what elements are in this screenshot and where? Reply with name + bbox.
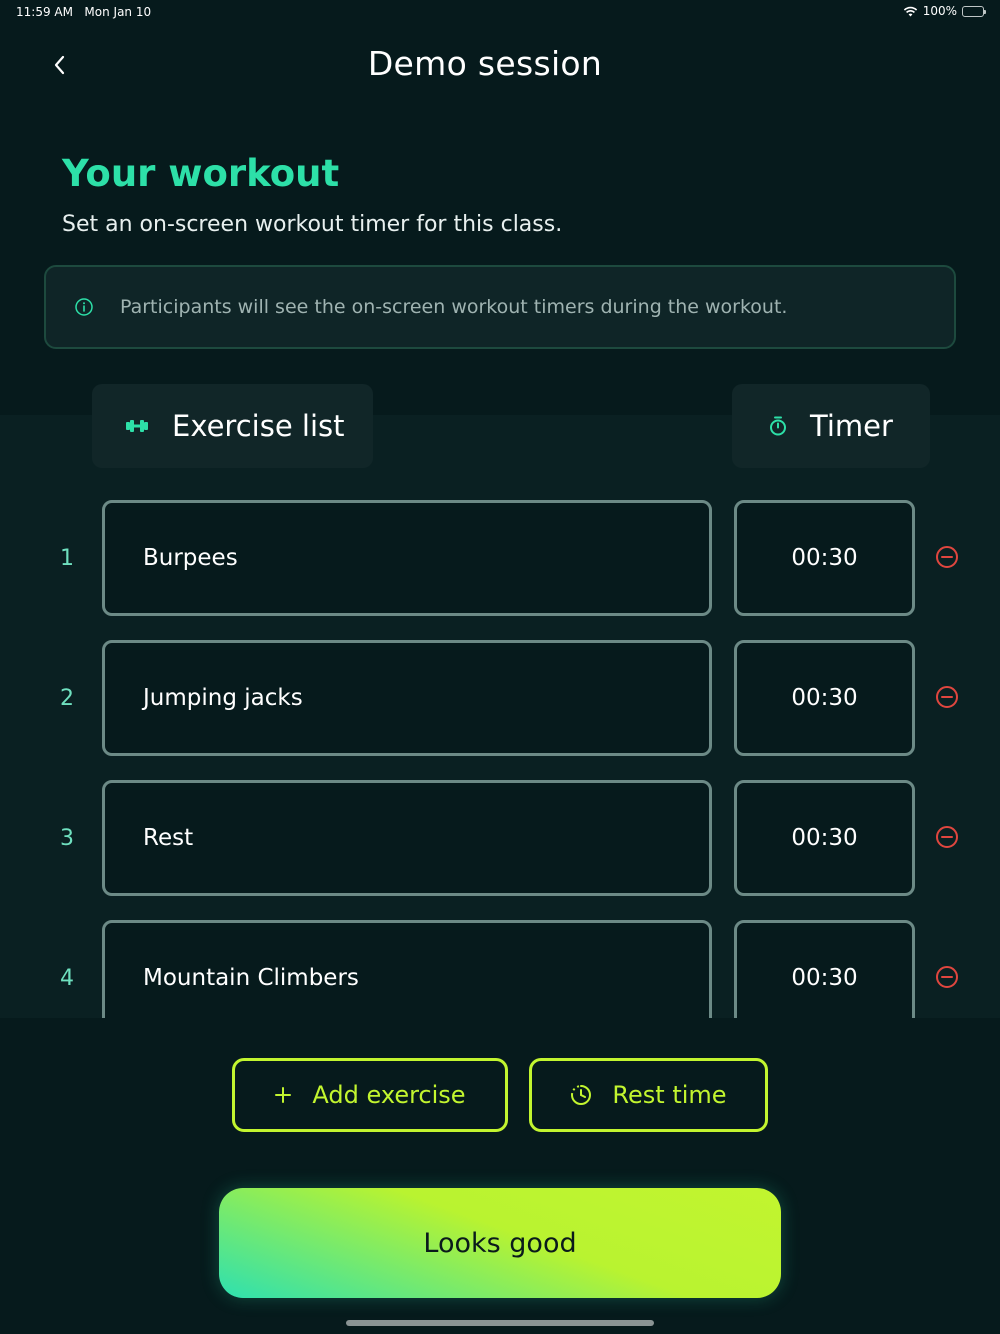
exercise-name-field[interactable]: Rest [102, 780, 712, 896]
remove-exercise-button[interactable] [934, 964, 960, 990]
plus-icon [274, 1086, 292, 1104]
minus-circle-icon [936, 686, 958, 708]
status-clock: 11:59 AM [16, 5, 73, 19]
exercise-timer-field[interactable]: 00:30 [734, 500, 915, 616]
exercise-timer-field[interactable]: 00:30 [734, 920, 915, 1018]
exercise-timer-field[interactable]: 00:30 [734, 640, 915, 756]
exercise-row: 3 Rest 00:30 [0, 780, 1000, 896]
battery-percentage: 100% [922, 4, 957, 18]
remove-exercise-button[interactable] [934, 824, 960, 850]
row-number: 2 [60, 685, 74, 711]
timer-label: Timer [810, 409, 893, 443]
status-date: Mon Jan 10 [84, 5, 152, 19]
home-indicator[interactable] [346, 1320, 654, 1326]
stopwatch-icon [768, 415, 788, 437]
exercise-name-field[interactable]: Jumping jacks [102, 640, 712, 756]
row-number: 3 [60, 825, 74, 851]
exercise-list-panel: 1 Burpees 00:30 2 Jumping jacks 00:30 3 … [0, 415, 1000, 1018]
row-number: 4 [60, 965, 74, 991]
row-number: 1 [60, 545, 74, 571]
exercise-name-field[interactable]: Burpees [102, 500, 712, 616]
workout-title: Your workout [62, 152, 340, 195]
minus-circle-icon [936, 966, 958, 988]
timer-header: Timer [732, 384, 930, 468]
workout-subtitle: Set an on-screen workout timer for this … [62, 212, 563, 237]
dumbbell-icon [124, 417, 150, 435]
page-title: Demo session [367, 44, 603, 83]
clock-icon [570, 1084, 592, 1106]
exercise-timer-field[interactable]: 00:30 [734, 780, 915, 896]
exercise-list-header: Exercise list [92, 384, 373, 468]
status-bar: 11:59 AM Mon Jan 10 100% [0, 0, 1000, 26]
add-exercise-button[interactable]: Add exercise [232, 1058, 508, 1132]
looks-good-button[interactable]: Looks good [219, 1188, 781, 1298]
info-icon [74, 297, 94, 317]
info-text: Participants will see the on-screen work… [120, 296, 788, 318]
exercise-row: 2 Jumping jacks 00:30 [0, 640, 1000, 756]
exercise-name-field[interactable]: Mountain Climbers [102, 920, 712, 1018]
minus-circle-icon [936, 826, 958, 848]
exercise-list-label: Exercise list [172, 409, 345, 443]
wifi-icon [903, 6, 917, 16]
add-exercise-label: Add exercise [312, 1081, 466, 1109]
exercise-row: 4 Mountain Climbers 00:30 [0, 920, 1000, 1018]
battery-icon [962, 5, 986, 17]
remove-exercise-button[interactable] [934, 684, 960, 710]
remove-exercise-button[interactable] [934, 544, 960, 570]
status-time: 11:59 AM Mon Jan 10 [16, 5, 151, 19]
info-banner: Participants will see the on-screen work… [44, 265, 956, 349]
exercise-row: 1 Burpees 00:30 [0, 500, 1000, 616]
rest-time-button[interactable]: Rest time [529, 1058, 768, 1132]
status-indicators: 100% [903, 4, 986, 18]
minus-circle-icon [936, 546, 958, 568]
rest-time-label: Rest time [612, 1081, 727, 1109]
